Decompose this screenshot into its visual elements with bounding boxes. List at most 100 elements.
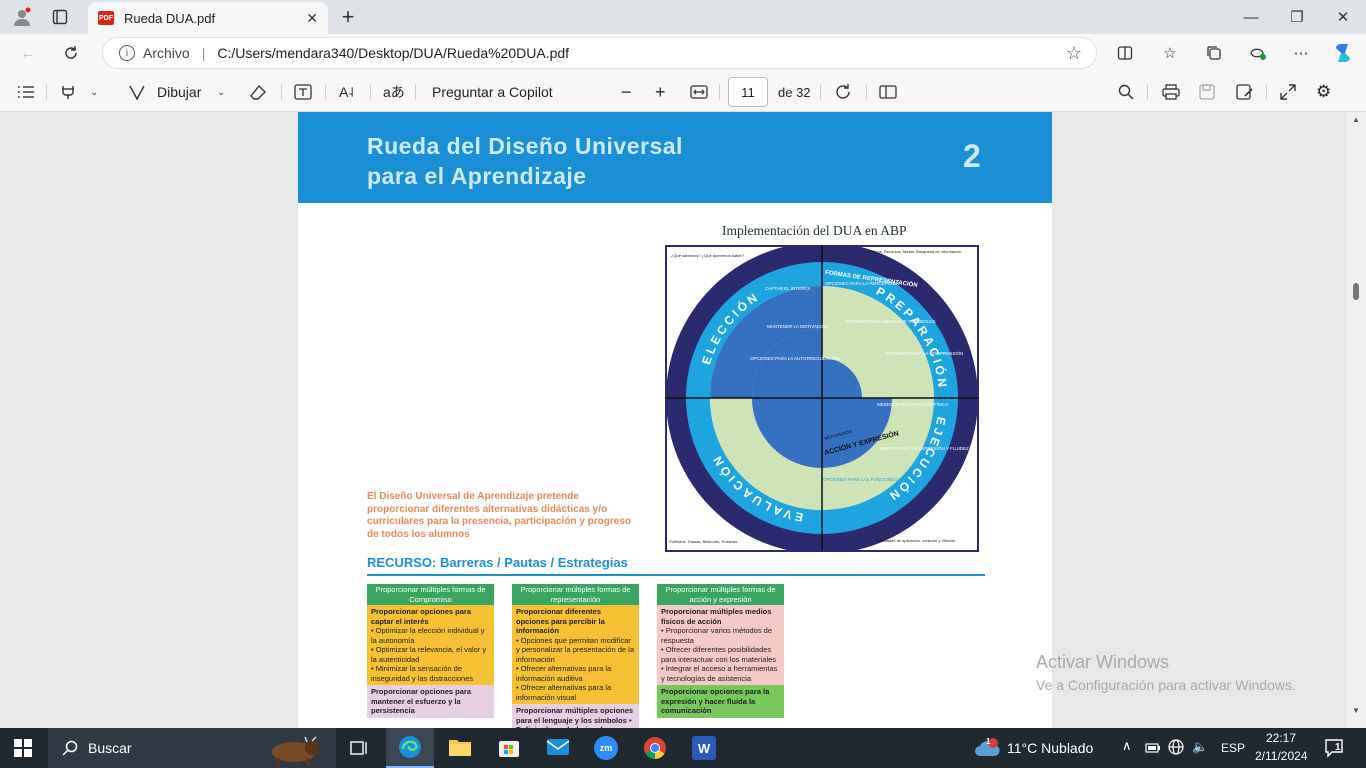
windows-start-icon[interactable] <box>14 739 32 760</box>
wheel-corner-bl: Portfolios, Dianas, Bitácoras, Rúbricas <box>669 539 737 544</box>
page-total-label: de 32 <box>778 84 811 100</box>
wheel-comprension: OPCIONES PARA LA COMPRENSIÓN <box>885 350 963 356</box>
tab-title: Rueda DUA.pdf <box>124 10 216 26</box>
mail-icon[interactable] <box>546 737 570 760</box>
tab-rueda-dua[interactable]: PDF Rueda DUA.pdf ✕ <box>88 2 328 34</box>
rotate-icon[interactable] <box>834 72 852 112</box>
fit-to-width-icon[interactable] <box>690 72 708 112</box>
table-cell: Proporcionar múltiples medios físicos de… <box>657 605 784 685</box>
word-icon[interactable]: W <box>692 736 716 760</box>
wheel-corner-br: Actividades de aplicación, creación y di… <box>875 538 955 543</box>
chrome-icon[interactable] <box>643 736 667 763</box>
search-placeholder: Buscar <box>88 740 132 756</box>
eraser-icon[interactable] <box>249 72 267 112</box>
volume-icon[interactable]: 🔈 <box>1192 739 1208 755</box>
contents-icon[interactable] <box>18 72 34 112</box>
table-cell-title: Proporcionar opciones para captar el int… <box>371 607 472 626</box>
list-item: • Optimizar la relevancia, el valor y la… <box>371 645 487 664</box>
weather-badge: 1 <box>986 737 991 746</box>
search-icon[interactable] <box>1118 72 1134 112</box>
scroll-down-icon[interactable]: ▼ <box>1352 706 1360 715</box>
new-tab-button[interactable]: + <box>337 4 359 29</box>
highlight-icon[interactable] <box>60 72 78 112</box>
collections-icon[interactable] <box>1203 42 1225 64</box>
save-as-icon[interactable] <box>1236 72 1254 112</box>
translate-icon[interactable]: aあ <box>383 72 405 112</box>
draw-dropdown-icon[interactable]: ⌄ <box>217 72 225 112</box>
banner-title-line1: Rueda del Diseño Universal <box>367 133 683 159</box>
dua-wheel: ELECCIÓN PREPARACIÓN EVALUACIÓN EJECUCIÓ… <box>665 245 979 552</box>
tab-close-icon[interactable]: ✕ <box>306 10 318 27</box>
scrollbar-thumb[interactable] <box>1353 283 1359 300</box>
wheel-mantener: MANTENER LA MOTIVACIÓN <box>767 323 828 329</box>
list-item: • Opciones que permitan modificar y pers… <box>516 635 634 664</box>
edge-taskbar-icon[interactable] <box>386 728 434 768</box>
settings-gear-icon[interactable]: ⚙ <box>1316 72 1331 112</box>
wheel-captar: CAPTAR EL INTERÉS <box>765 285 810 291</box>
browser-essentials-icon[interactable] <box>1247 42 1269 64</box>
store-icon[interactable] <box>498 736 520 761</box>
task-view-icon[interactable] <box>350 739 368 760</box>
language-indicator[interactable]: ESP <box>1221 741 1245 755</box>
table-header: Proporcionar múltiples formas de represe… <box>512 584 639 605</box>
toolbar-separator <box>281 84 282 100</box>
wheel-fisica: MEDIOS PARA LA ACCIÓN FÍSICA <box>877 401 948 407</box>
file-explorer-icon[interactable] <box>448 736 472 761</box>
refresh-icon[interactable] <box>60 42 82 64</box>
network-globe-icon[interactable] <box>1168 739 1184 758</box>
table-cell-next: Proporcionar opciones para la expresión … <box>657 685 784 718</box>
tab-actions-icon[interactable] <box>49 6 71 28</box>
url-divider: | <box>201 45 206 61</box>
bison-widget-icon <box>272 736 319 766</box>
pdf-toolbar: ⌄ Dibujar ⌄ A˨ aあ Preguntar a Copilot − … <box>0 72 1366 112</box>
table-cell-title: Proporcionar diferentes opciones para pe… <box>516 607 605 635</box>
close-window-button[interactable]: ✕ <box>1332 6 1354 28</box>
page-number-input[interactable]: 11 <box>728 77 768 107</box>
vertical-scrollbar[interactable]: ▲ ▼ <box>1346 112 1366 728</box>
back-icon[interactable]: ← <box>17 42 39 64</box>
print-icon[interactable] <box>1162 72 1180 112</box>
add-text-icon[interactable] <box>294 72 312 112</box>
maximize-button[interactable]: ❐ <box>1286 6 1308 28</box>
weather-text[interactable]: 11°C Nublado <box>1007 740 1093 756</box>
split-screen-icon[interactable] <box>1114 42 1136 64</box>
save-icon[interactable] <box>1199 72 1215 112</box>
resource-heading: RECURSO: Barreras / Pautas / Estrategias <box>367 555 628 570</box>
clock-time: 22:17 <box>1265 731 1297 745</box>
table-cell-title: Proporcionar múltiples medios físicos de… <box>661 607 772 626</box>
taskbar-search-box[interactable]: Buscar <box>48 728 336 768</box>
draw-button[interactable]: Dibujar <box>157 72 201 112</box>
battery-icon[interactable] <box>1145 741 1161 757</box>
favorite-star-icon[interactable]: ☆ <box>1066 43 1082 64</box>
toolbar-separator <box>866 84 867 100</box>
zoom-out-button[interactable]: − <box>621 72 632 112</box>
notifications-count: 1 <box>1335 742 1341 753</box>
toolbar-separator <box>415 84 416 100</box>
clock-date: 2/11/2024 <box>1255 749 1308 763</box>
copilot-icon[interactable] <box>1332 42 1354 64</box>
resource-heading-rule <box>367 574 985 576</box>
read-aloud-icon[interactable]: A˨ <box>339 72 354 112</box>
zoom-in-button[interactable]: + <box>655 72 666 112</box>
minimize-button[interactable]: — <box>1240 6 1262 28</box>
ask-copilot-button[interactable]: Preguntar a Copilot <box>432 72 553 112</box>
toolbar-separator <box>46 84 47 100</box>
pdf-file-icon: PDF <box>98 11 114 25</box>
page-view-icon[interactable] <box>879 72 897 112</box>
url-text[interactable]: C:/Users/mendara340/Desktop/DUA/Rueda%20… <box>217 45 569 61</box>
fullscreen-icon[interactable] <box>1280 72 1296 112</box>
zoom-app-icon[interactable]: zm <box>594 736 618 760</box>
highlight-dropdown-icon[interactable]: ⌄ <box>90 72 98 112</box>
clock[interactable]: 22:17 2/11/2024 <box>1255 731 1308 763</box>
scroll-up-icon[interactable]: ▲ <box>1352 115 1360 124</box>
page-banner: Rueda del Diseño Universal para el Apren… <box>298 112 1052 203</box>
pdf-page: Rueda del Diseño Universal para el Apren… <box>298 112 1052 728</box>
more-menu-icon[interactable]: ⋯ <box>1290 42 1312 64</box>
profile-icon[interactable] <box>11 6 33 28</box>
notifications-icon[interactable] <box>1324 738 1344 761</box>
draw-icon[interactable] <box>128 72 146 112</box>
show-hidden-icons-chevron[interactable]: ∧ <box>1122 738 1132 754</box>
favorites-icon[interactable]: ☆ <box>1159 42 1181 64</box>
info-icon[interactable]: i <box>119 45 135 61</box>
address-bar[interactable]: i Archivo | C:/Users/mendara340/Desktop/… <box>102 37 1097 69</box>
